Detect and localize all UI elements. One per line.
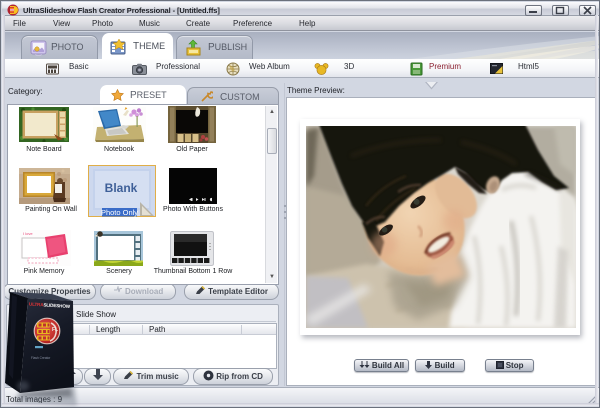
svg-text:Flash Creator: Flash Creator — [31, 356, 51, 360]
svg-text:I love: I love — [23, 231, 33, 236]
svg-text:FL: FL — [52, 327, 58, 333]
svg-text:Photo Only: Photo Only — [101, 208, 138, 217]
svg-text:Blank: Blank — [105, 181, 138, 195]
